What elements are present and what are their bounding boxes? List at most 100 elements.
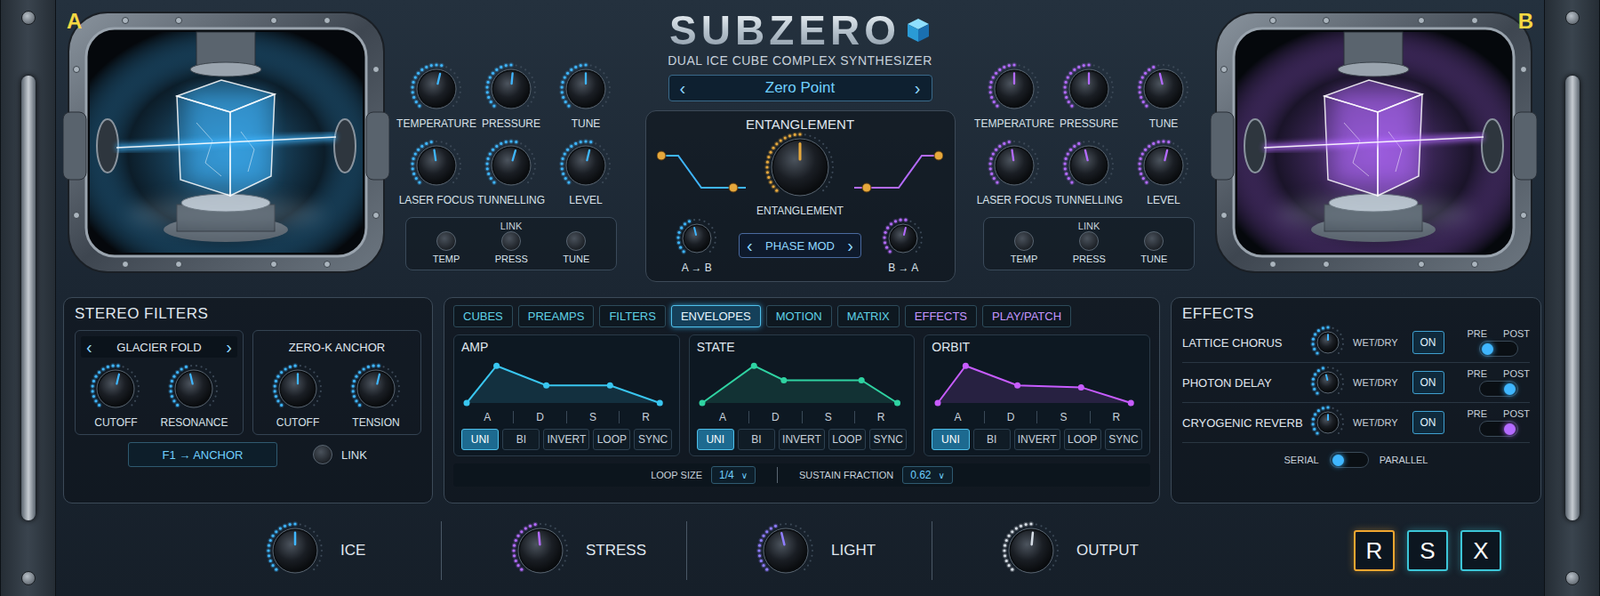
param-knob[interactable] xyxy=(484,62,538,116)
tab[interactable]: EFFECTS xyxy=(904,304,977,328)
param-knob[interactable] xyxy=(484,138,538,192)
serial-parallel-toggle[interactable] xyxy=(1329,451,1369,468)
tab[interactable]: PLAY/PATCH xyxy=(982,304,1072,328)
envelope-point[interactable] xyxy=(1014,382,1021,389)
envelope-point[interactable] xyxy=(751,362,758,369)
envelope-mode-button[interactable]: SYNC xyxy=(633,428,672,450)
wet-dry-knob[interactable] xyxy=(1310,404,1346,440)
envelope-mode-button[interactable]: INVERT xyxy=(1014,428,1061,450)
filter-knob[interactable] xyxy=(272,362,324,415)
envelope-point[interactable] xyxy=(780,376,787,384)
filter-knob[interactable] xyxy=(89,362,142,415)
preset-next[interactable]: › xyxy=(914,79,921,97)
envelope-mode-button[interactable]: UNI xyxy=(696,428,735,450)
tab[interactable]: FILTERS xyxy=(599,304,666,328)
mode-next[interactable]: › xyxy=(847,236,854,255)
filter-routing[interactable]: F1 → ANCHOR xyxy=(128,441,278,467)
link-button[interactable] xyxy=(436,231,456,251)
b-to-a-knob[interactable] xyxy=(881,216,925,260)
envelope-mode-button[interactable]: LOOP xyxy=(592,428,631,450)
filter-next[interactable]: › xyxy=(225,337,232,356)
param-knob[interactable] xyxy=(559,138,613,192)
action-button[interactable]: S xyxy=(1407,529,1448,571)
preset-prev[interactable]: ‹ xyxy=(680,79,687,97)
envelope-point[interactable] xyxy=(962,362,969,369)
param-knob[interactable] xyxy=(409,138,464,192)
filter-knob[interactable] xyxy=(168,362,220,415)
loop-size-dropdown[interactable]: 1/4∨ xyxy=(711,465,756,484)
param-knob[interactable] xyxy=(1062,138,1116,192)
envelope-point[interactable] xyxy=(1077,384,1084,391)
envelope-stage: R xyxy=(618,410,672,424)
sustain-fraction-dropdown[interactable]: 0.62∨ xyxy=(902,465,953,484)
mode-prev[interactable]: ‹ xyxy=(746,236,753,255)
envelope-point[interactable] xyxy=(1127,400,1134,407)
envelope-point[interactable] xyxy=(934,400,941,407)
link-button[interactable] xyxy=(1079,231,1099,251)
envelope-point[interactable] xyxy=(493,362,500,369)
envelope-point[interactable] xyxy=(464,400,471,407)
envelope-point[interactable] xyxy=(656,400,664,407)
param-label: PRESSURE xyxy=(481,117,541,130)
macro-knob[interactable] xyxy=(756,520,816,580)
envelope-point[interactable] xyxy=(894,400,901,407)
filter-knob[interactable] xyxy=(350,362,402,415)
pre-post-toggle[interactable] xyxy=(1479,340,1519,357)
param-label: TEMPERATURE xyxy=(974,117,1055,130)
envelope-graph[interactable] xyxy=(461,356,672,408)
macro-knob[interactable] xyxy=(511,520,570,580)
filter-prev[interactable]: ‹ xyxy=(86,337,93,356)
envelope-mode-button[interactable]: BI xyxy=(973,428,1011,450)
pre-label: PRE xyxy=(1466,408,1488,419)
envelope-mode-button[interactable]: UNI xyxy=(461,428,499,450)
envelope-point[interactable] xyxy=(699,400,706,407)
tab[interactable]: PREAMPS xyxy=(518,304,595,328)
effect-on-button[interactable]: ON xyxy=(1412,330,1445,354)
envelope-mode-button[interactable]: LOOP xyxy=(828,428,866,450)
tab[interactable]: MATRIX xyxy=(837,304,900,328)
link-button[interactable] xyxy=(566,231,586,251)
link-button[interactable] xyxy=(1014,231,1034,251)
pre-post-toggle[interactable] xyxy=(1479,420,1519,437)
envelope-point[interactable] xyxy=(607,382,614,389)
param-knob[interactable] xyxy=(559,62,613,116)
action-button[interactable]: R xyxy=(1353,529,1395,571)
envelope-mode-button[interactable]: SYNC xyxy=(869,428,907,450)
effect-on-button[interactable]: ON xyxy=(1412,370,1445,394)
action-button[interactable]: X xyxy=(1460,529,1502,571)
pre-post-toggle[interactable] xyxy=(1479,380,1519,397)
wet-dry-knob[interactable] xyxy=(1310,364,1346,400)
envelope-mode-button[interactable]: INVERT xyxy=(543,428,590,450)
param-knob[interactable] xyxy=(1062,62,1116,116)
mode-selector[interactable]: ‹PHASE MOD› xyxy=(738,232,862,258)
envelope-mode-button[interactable]: UNI xyxy=(931,428,969,450)
envelope-point[interactable] xyxy=(543,382,550,389)
tab[interactable]: ENVELOPES xyxy=(671,304,761,328)
effect-on-button[interactable]: ON xyxy=(1412,410,1445,434)
entanglement-knob[interactable] xyxy=(764,131,836,203)
a-to-b-knob[interactable] xyxy=(675,216,719,260)
envelope-mode-button[interactable]: INVERT xyxy=(778,428,825,450)
tab[interactable]: CUBES xyxy=(453,304,513,328)
envelope-graph[interactable] xyxy=(696,356,907,408)
wet-dry-knob[interactable] xyxy=(1310,324,1346,360)
envelope-point[interactable] xyxy=(858,376,865,384)
macro-knob[interactable] xyxy=(265,520,325,580)
macro-knob[interactable] xyxy=(1001,520,1061,580)
param-knob[interactable] xyxy=(409,62,464,116)
envelope-mode-button[interactable]: LOOP xyxy=(1064,428,1102,450)
envelope-mode-button[interactable]: SYNC xyxy=(1104,428,1143,450)
envelope-mode-button[interactable]: BI xyxy=(502,428,540,450)
link-button[interactable] xyxy=(501,231,521,251)
envelope-mode-button[interactable]: BI xyxy=(737,428,776,450)
filter-type-selector[interactable]: ‹GLACIER FOLD› xyxy=(80,336,238,358)
param-knob[interactable] xyxy=(987,138,1041,192)
filter-link-button[interactable] xyxy=(312,444,333,464)
envelope-graph[interactable] xyxy=(932,356,1143,408)
param-knob[interactable] xyxy=(1136,62,1191,116)
param-knob[interactable] xyxy=(1136,138,1191,192)
param-knob[interactable] xyxy=(987,62,1041,116)
preset-selector[interactable]: ‹Zero Point› xyxy=(668,74,933,102)
link-button[interactable] xyxy=(1144,231,1164,251)
tab[interactable]: MOTION xyxy=(766,304,832,328)
